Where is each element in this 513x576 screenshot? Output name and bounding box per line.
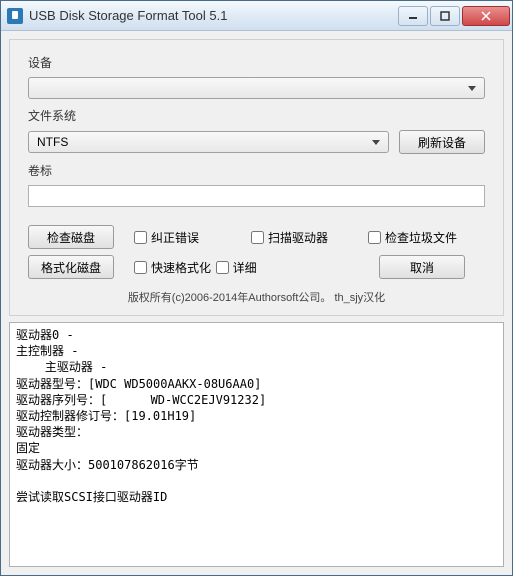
check-row-2: 格式化磁盘 快速格式化 详细 取消 (28, 255, 485, 279)
check-junk-label: 检查垃圾文件 (385, 229, 457, 246)
close-button[interactable] (462, 6, 510, 26)
maximize-button[interactable] (430, 6, 460, 26)
filesystem-label: 文件系统 (28, 107, 485, 124)
app-window: USB Disk Storage Format Tool 5.1 设备 文件系统 (0, 0, 513, 576)
quick-format-label: 快速格式化 (151, 259, 211, 276)
correct-errors-check[interactable]: 纠正错误 (134, 229, 251, 246)
client-area: 设备 文件系统 NTFS 刷新设备 卷标 检查磁盘 (1, 31, 512, 575)
titlebar[interactable]: USB Disk Storage Format Tool 5.1 (1, 1, 512, 31)
check-row-1: 检查磁盘 纠正错误 扫描驱动器 检查垃圾文件 (28, 225, 485, 249)
device-label: 设备 (28, 54, 485, 71)
volumelabel-input[interactable] (28, 185, 485, 207)
window-title: USB Disk Storage Format Tool 5.1 (29, 8, 398, 23)
scan-drive-label: 扫描驱动器 (268, 229, 328, 246)
device-combo[interactable] (28, 77, 485, 99)
main-panel: 设备 文件系统 NTFS 刷新设备 卷标 检查磁盘 (9, 39, 504, 316)
quick-format-check[interactable]: 快速格式化 (134, 259, 216, 276)
minimize-icon (408, 11, 418, 21)
verbose-check[interactable]: 详细 (216, 259, 298, 276)
filesystem-combo-value: NTFS (37, 135, 68, 149)
verbose-checkbox[interactable] (216, 261, 229, 274)
copyright-text: 版权所有(c)2006-2014年Authorsoft公司。 th_sjy汉化 (28, 289, 485, 305)
refresh-button[interactable]: 刷新设备 (399, 130, 485, 154)
filesystem-combo[interactable]: NTFS (28, 131, 389, 153)
quick-format-checkbox[interactable] (134, 261, 147, 274)
close-icon (481, 11, 491, 21)
app-icon (7, 8, 23, 24)
formatdisk-button[interactable]: 格式化磁盘 (28, 255, 114, 279)
minimize-button[interactable] (398, 6, 428, 26)
scan-drive-checkbox[interactable] (251, 231, 264, 244)
window-controls (398, 6, 510, 26)
check-junk-checkbox[interactable] (368, 231, 381, 244)
volumelabel-label: 卷标 (28, 162, 485, 179)
scan-drive-check[interactable]: 扫描驱动器 (251, 229, 368, 246)
correct-errors-label: 纠正错误 (151, 229, 199, 246)
checkdisk-button[interactable]: 检查磁盘 (28, 225, 114, 249)
maximize-icon (440, 11, 450, 21)
correct-errors-checkbox[interactable] (134, 231, 147, 244)
check-junk-check[interactable]: 检查垃圾文件 (368, 229, 485, 246)
log-output[interactable]: 驱动器0 - 主控制器 - 主驱动器 - 驱动器型号：[WDC WD5000AA… (9, 322, 504, 567)
cancel-button[interactable]: 取消 (379, 255, 465, 279)
verbose-label: 详细 (233, 259, 257, 276)
